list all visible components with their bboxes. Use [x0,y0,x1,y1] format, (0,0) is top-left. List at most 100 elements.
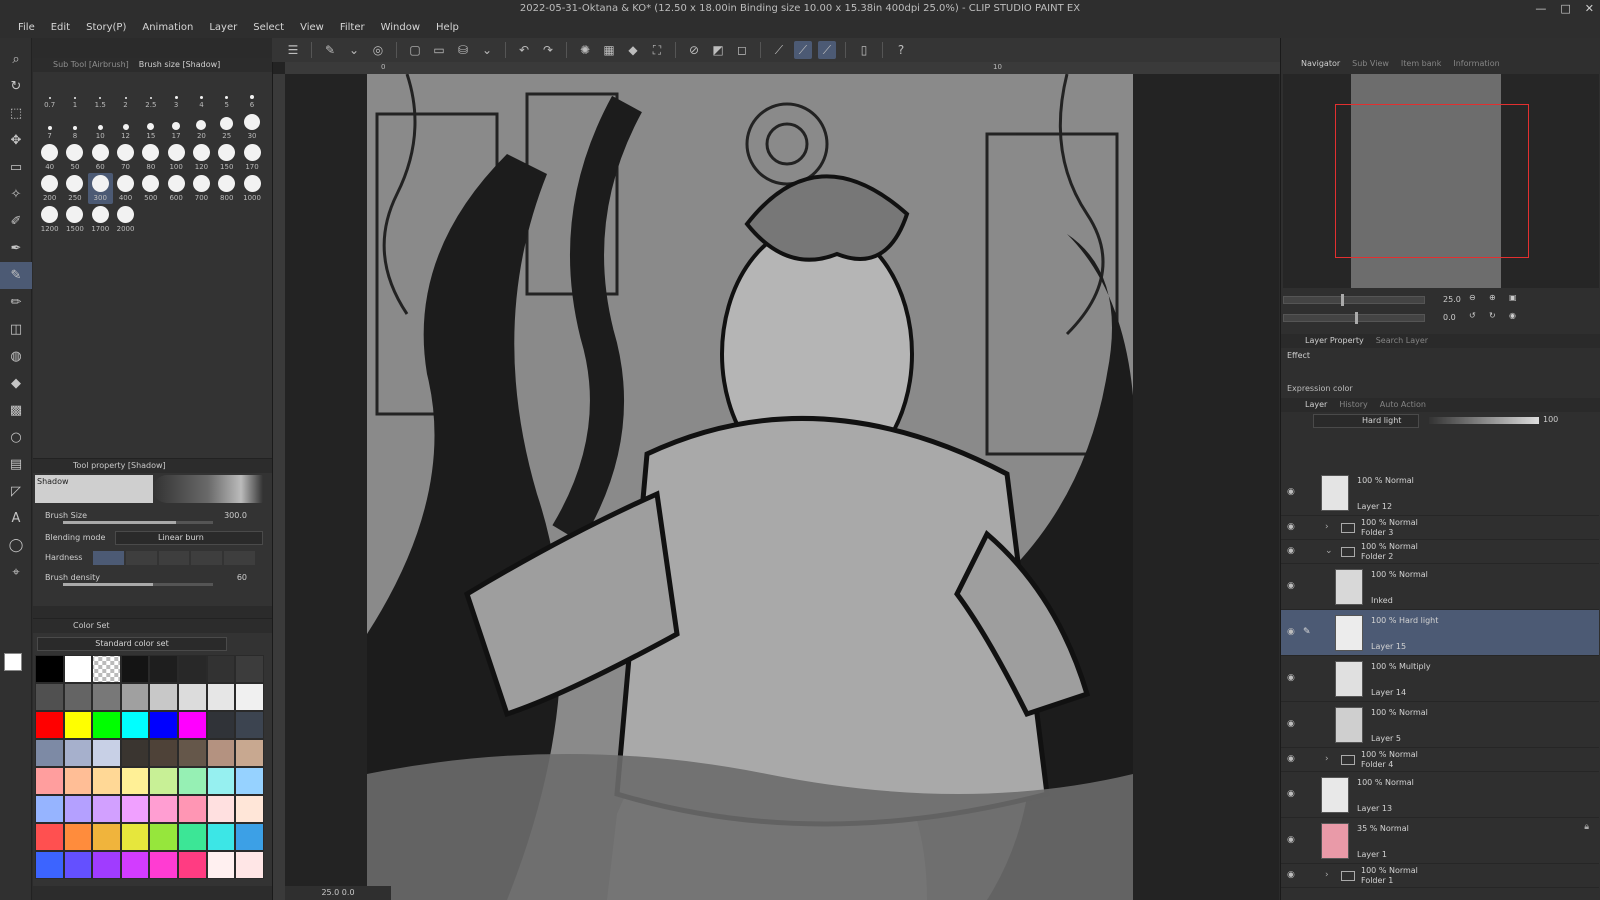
spinner-icon[interactable]: ✺ [576,41,594,59]
hardness-row[interactable]: Hardness [43,551,263,569]
undo-icon[interactable]: ↶ [515,41,533,59]
color-swatch[interactable] [149,767,178,795]
brush-size-value[interactable]: 300.0 [224,511,247,520]
redo-icon[interactable]: ↷ [539,41,557,59]
color-swatch[interactable] [235,711,264,739]
brush-size-option[interactable]: 5 [214,80,239,111]
color-swatch[interactable] [206,767,236,795]
magic-wand-icon[interactable]: ✧ [0,181,32,208]
color-swatch[interactable] [120,851,150,879]
brush-size-option[interactable]: 6 [239,80,264,111]
correct-line-icon[interactable]: ⌖ [0,559,32,586]
color-chips[interactable] [4,653,30,681]
layer-folder-row[interactable]: ◉ › 100 % Normal Folder 1 [1281,864,1599,888]
brush-size-option[interactable]: 20 [189,111,214,142]
rotate-slider-row[interactable]: 0.0 ↺ ↻ ◉ [1283,310,1599,326]
color-swatch[interactable] [149,655,178,683]
zoom-slider-row[interactable]: 25.0 ⊖ ⊕ ▣ [1283,292,1599,308]
navigator-view[interactable] [1283,74,1599,288]
brush-size-option[interactable]: 40 [37,142,62,173]
blending-mode-select[interactable]: Linear burn [115,531,263,545]
help-icon[interactable]: ? [892,41,910,59]
zoom-tool-icon[interactable]: ⌕ [0,46,32,73]
fill-icon[interactable]: ◆ [0,370,32,397]
visibility-eye-icon[interactable]: ◉ [1287,754,1299,764]
color-swatch[interactable] [63,851,93,879]
visibility-eye-icon[interactable]: ◉ [1287,719,1299,729]
color-swatch[interactable] [177,851,207,879]
color-set-select[interactable]: Standard color set [37,637,227,651]
brush-size-option[interactable]: 60 [88,142,113,173]
rotate-right-icon[interactable]: ↻ [1489,311,1496,320]
color-swatch[interactable] [177,767,207,795]
tab-history[interactable]: History [1339,398,1367,412]
layer-row[interactable]: ◉ 100 % Normal Layer 12 [1281,470,1599,516]
brush-size-row[interactable]: Brush Size 300.0 [43,509,263,527]
drawing-canvas[interactable] [367,74,1133,900]
visibility-eye-icon[interactable]: ◉ [1287,581,1299,591]
color-swatch[interactable] [235,739,264,767]
color-swatch[interactable] [206,655,236,683]
brush-density-row[interactable]: Brush density 60 [43,571,263,589]
rotate-slider-knob[interactable] [1355,312,1358,324]
pen-icon[interactable]: ✒ [0,235,32,262]
color-swatch[interactable] [120,823,150,851]
brush-size-option[interactable]: 1700 [88,204,113,235]
airbrush-icon[interactable]: ✎ [0,262,32,289]
color-swatch[interactable] [92,739,121,767]
rotate-value[interactable]: 0.0 [1443,313,1456,322]
color-swatch[interactable] [206,711,236,739]
visibility-eye-icon[interactable]: ◉ [1287,627,1299,637]
color-swatch[interactable] [35,767,64,795]
brush-size-option[interactable]: 200 [37,173,62,204]
brush-size-option[interactable]: 7 [37,111,62,142]
color-swatch[interactable] [63,823,93,851]
visibility-eye-icon[interactable]: ◉ [1287,522,1299,532]
color-swatch[interactable] [120,767,150,795]
color-swatch[interactable] [35,851,64,879]
rotate-tool-icon[interactable]: ↻ [0,73,32,100]
color-swatch[interactable] [235,767,264,795]
chevron-right-icon[interactable]: › [1325,754,1329,764]
color-swatch[interactable] [177,795,207,823]
operation-tool-icon[interactable]: ⬚ [0,100,32,127]
brush-size-option[interactable]: 70 [113,142,138,173]
menu-select[interactable]: Select [245,18,292,38]
zoom-slider[interactable] [1283,296,1425,304]
color-swatch[interactable] [206,823,236,851]
brush-size-option[interactable]: 80 [138,142,163,173]
color-swatch[interactable] [206,795,236,823]
color-swatch[interactable] [149,683,178,711]
layer-folder-row[interactable]: ◉ ⌄ 100 % Normal Folder 2 [1281,540,1599,564]
invert-selection-icon[interactable]: ◩ [709,41,727,59]
color-swatch[interactable] [177,655,207,683]
fit-icon[interactable]: ▣ [1509,293,1517,302]
frame-icon[interactable]: ▤ [0,451,32,478]
color-swatch[interactable] [92,823,121,851]
tab-item-bank[interactable]: Item bank [1401,56,1441,72]
ruler-icon[interactable]: ⟋ [770,41,788,59]
tab-navigator[interactable]: Navigator [1301,56,1340,72]
figure-icon[interactable]: ○ [0,424,32,451]
color-swatch[interactable] [35,655,64,683]
open-file-icon[interactable]: ▭ [430,41,448,59]
color-swatch[interactable] [63,795,93,823]
zoom-value[interactable]: 25.0 [1443,295,1461,304]
brush-size-option[interactable]: 800 [214,173,239,204]
color-swatch[interactable] [63,655,93,683]
brush-size-option[interactable]: 400 [113,173,138,204]
brush-size-option[interactable]: 8 [62,111,87,142]
color-swatch[interactable] [177,823,207,851]
brush-size-option[interactable]: 100 [163,142,188,173]
color-swatch[interactable] [177,739,207,767]
selection-icon[interactable]: ◻ [733,41,751,59]
transform-icon[interactable]: ⛶ [648,41,666,59]
color-swatch[interactable] [35,711,64,739]
visibility-eye-icon[interactable]: ◉ [1287,835,1299,845]
brush-size-option[interactable]: 50 [62,142,87,173]
brush-size-option[interactable]: 12 [113,111,138,142]
brush-size-option[interactable]: 300 [87,173,113,204]
brush-size-option[interactable]: 25 [214,111,239,142]
layer-row[interactable]: ◉ 35 % Normal Layer 1 🔒︎ [1281,818,1599,864]
brush-size-option[interactable]: 170 [239,142,264,173]
